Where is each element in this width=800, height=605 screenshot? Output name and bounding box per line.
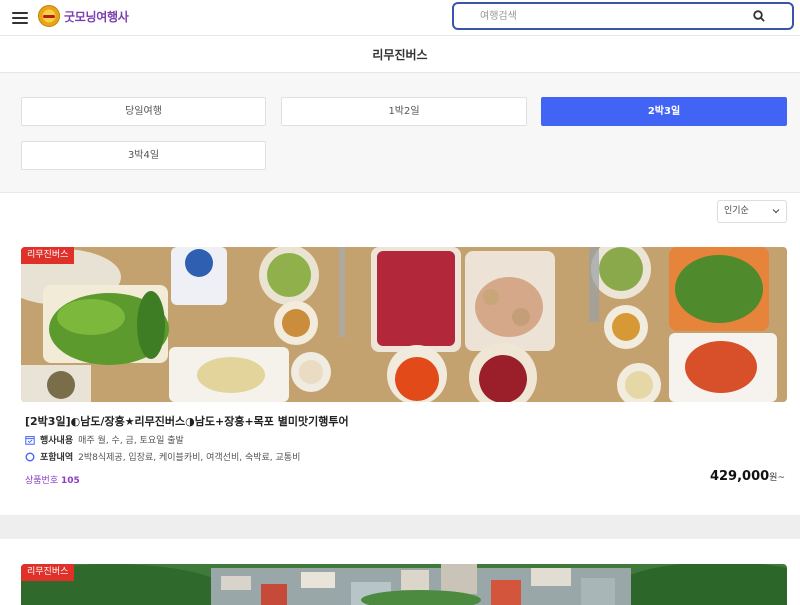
price-unit: 원~ xyxy=(769,473,785,483)
town-landscape-photo xyxy=(21,564,787,605)
hamburger-menu-icon[interactable] xyxy=(12,9,30,25)
schedule-row: 행사내용 매주 월, 수, 금, 토요일 출발 xyxy=(25,433,184,446)
duration-filter-area: 당일여행 1박2일 2박3일 3박4일 xyxy=(0,73,800,193)
price: 429,000원~ xyxy=(710,469,785,484)
title-bar: 리무진버스 xyxy=(0,37,800,73)
product-image[interactable]: 리무진버스 xyxy=(21,564,787,605)
top-header: 굿모닝여행사 xyxy=(0,0,800,36)
product-number: 상품번호 105 xyxy=(25,473,80,486)
product-title[interactable]: [2박3일]◐남도/장흥★리무진버스◑남도+장흥+목포 별미맛기행투어 xyxy=(25,413,349,429)
food-table-photo xyxy=(21,247,787,402)
filter-3n4d-button[interactable]: 3박4일 xyxy=(21,141,266,170)
filter-2n3d-button[interactable]: 2박3일 xyxy=(541,97,787,126)
search-input[interactable] xyxy=(480,8,740,24)
product-number-value: 105 xyxy=(61,476,80,486)
brand-logo[interactable]: 굿모닝여행사 xyxy=(38,4,129,28)
category-badge: 리무진버스 xyxy=(21,247,75,264)
section-divider xyxy=(0,515,800,539)
filter-day-trip-button[interactable]: 당일여행 xyxy=(21,97,266,126)
product-card[interactable]: 리무진버스 xyxy=(21,247,787,486)
price-value: 429,000 xyxy=(709,469,770,484)
circle-icon xyxy=(25,452,35,461)
logo-text: 굿모닝여행사 xyxy=(64,9,129,24)
search-box xyxy=(452,2,794,30)
search-icon[interactable] xyxy=(752,9,766,23)
sort-selected-value: 인기순 xyxy=(724,206,749,216)
includes-label: 포함내역 xyxy=(40,453,74,463)
product-number-label: 상품번호 xyxy=(25,476,59,486)
calendar-icon xyxy=(25,435,35,445)
schedule-label: 행사내용 xyxy=(40,436,74,446)
chevron-down-icon xyxy=(772,209,780,214)
category-badge: 리무진버스 xyxy=(21,564,75,581)
filter-1n2d-button[interactable]: 1박2일 xyxy=(281,97,527,126)
product-card[interactable]: 리무진버스 xyxy=(21,564,787,605)
includes-row: 포함내역 2박8식제공, 입장료, 케이블카비, 여객선비, 숙박료, 교통비 xyxy=(25,450,300,463)
sort-select[interactable]: 인기순 xyxy=(717,200,787,223)
logo-emblem-icon xyxy=(38,5,60,27)
includes-value: 2박8식제공, 입장료, 케이블카비, 여객선비, 숙박료, 교통비 xyxy=(78,453,301,463)
page-title: 리무진버스 xyxy=(372,48,428,62)
product-image[interactable]: 리무진버스 xyxy=(21,247,787,402)
schedule-value: 매주 월, 수, 금, 토요일 출발 xyxy=(78,436,184,446)
